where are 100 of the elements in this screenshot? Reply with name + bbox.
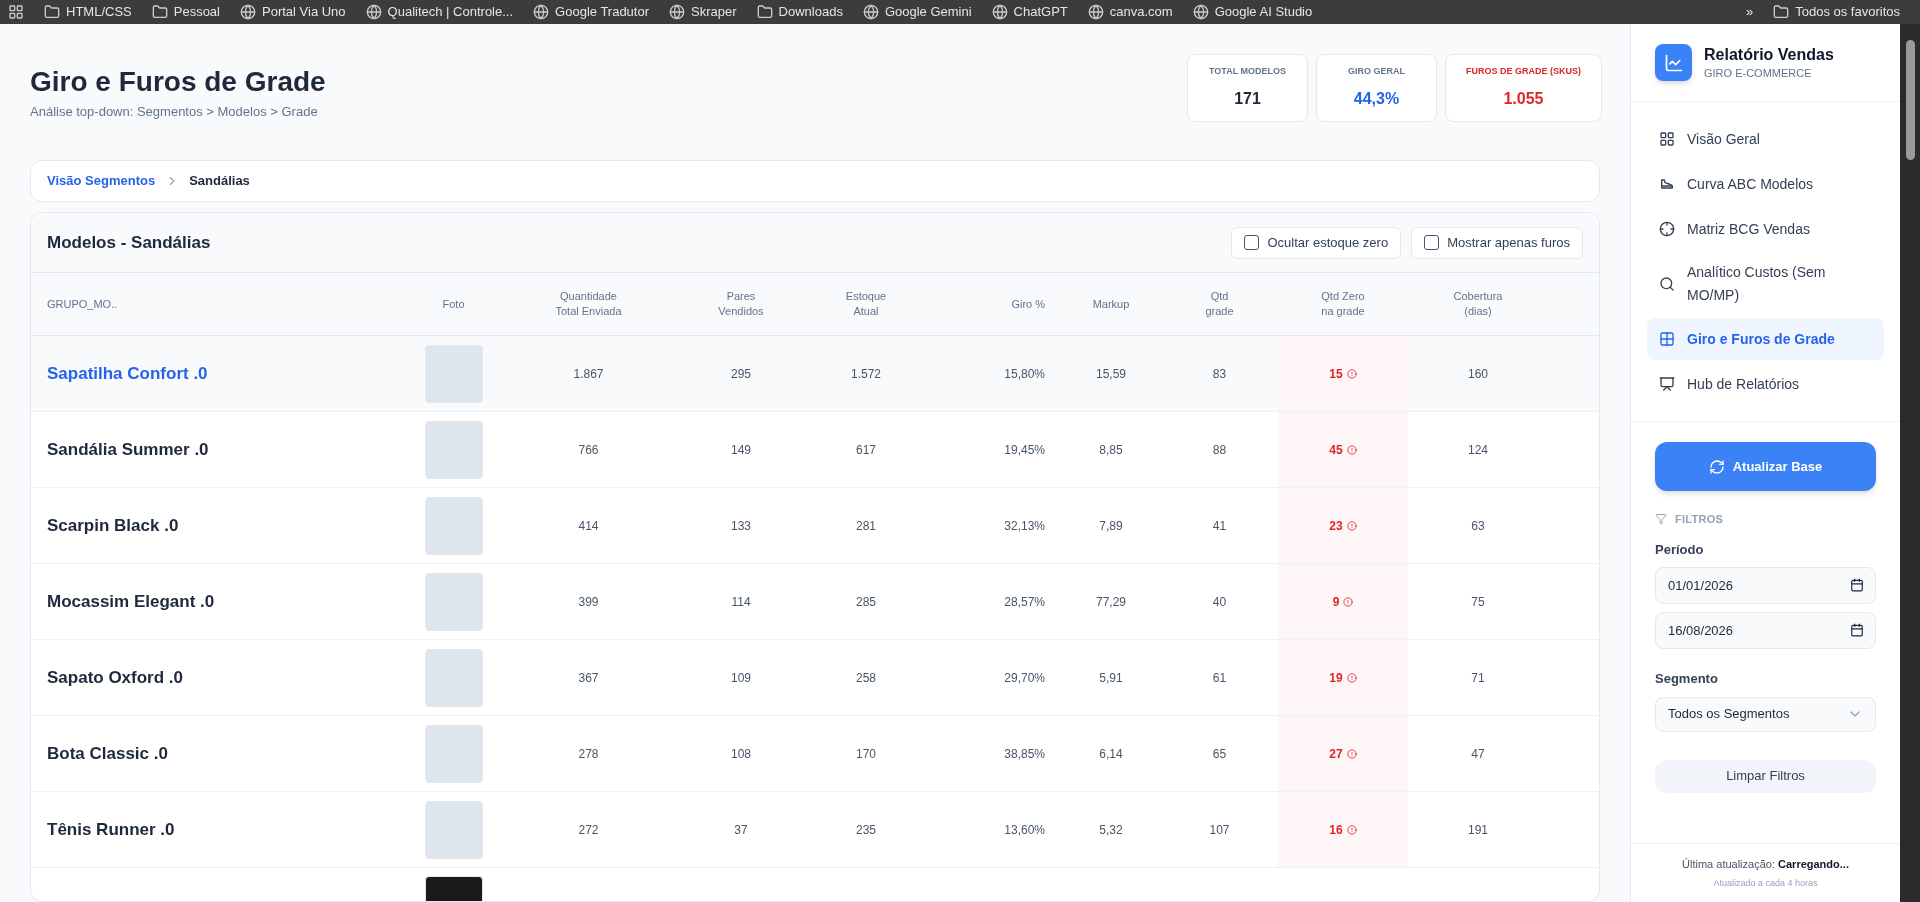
model-name[interactable]: Mocassim Elegant .0 — [47, 588, 215, 615]
bookmark-link[interactable]: Portal Via Uno — [240, 2, 346, 22]
table-cell-text: 47 — [1471, 745, 1485, 763]
model-name[interactable]: Sapato Oxford .0 — [47, 664, 184, 691]
bookmark-link[interactable]: canva.com — [1087, 2, 1173, 22]
alert-icon — [1346, 368, 1357, 379]
bookmark-link[interactable]: HTML/CSS — [44, 2, 132, 22]
table-cell-text: 77,29 — [1096, 593, 1126, 611]
nav-item[interactable]: Matriz BCG Vendas — [1647, 208, 1884, 250]
folder-icon — [151, 4, 168, 20]
globe-icon — [365, 4, 382, 20]
column-header: Estoque Atual — [844, 289, 888, 319]
presentation-icon — [1659, 376, 1675, 392]
bookmark-link[interactable]: Google Tradutor — [533, 2, 650, 22]
more-bookmarks-button[interactable]: » — [1746, 2, 1754, 22]
bookmark-link[interactable]: Google AI Studio — [1192, 2, 1313, 22]
kpi-label: GIRO GERAL — [1347, 65, 1405, 79]
apps-icon[interactable] — [8, 4, 24, 20]
nav-item[interactable]: Hub de Relatórios — [1647, 363, 1884, 405]
filters-heading: FILTROS — [1675, 512, 1724, 527]
photo-placeholder — [424, 648, 483, 707]
folder-icon — [44, 4, 60, 20]
bookmark-link[interactable]: Pessoal — [151, 2, 220, 22]
table-cell-text: 133 — [731, 517, 751, 535]
table-cell-text: 38,85% — [1004, 745, 1045, 763]
target-icon — [1659, 221, 1675, 237]
table-row[interactable]: Bota Classic .0 278 108 170 38,85% 6,14 65 27 47 — [31, 716, 1599, 792]
table-cell-text: 367 — [578, 669, 599, 687]
zero-count: 23 — [1329, 517, 1343, 535]
table-row[interactable]: Tênis Runner .0 272 37 235 13,60% 5,32 107 16 191 — [31, 792, 1599, 868]
table-cell-text: 71 — [1471, 669, 1485, 687]
model-name[interactable]: Scarpin Black .0 — [47, 512, 179, 539]
bookmark-link[interactable]: Qualitech | Controle... — [365, 2, 514, 22]
kpi-label: FUROS DE GRADE (SKUS) — [1466, 65, 1581, 79]
page-title: Giro e Furos de Grade — [30, 65, 326, 99]
table-cell-text: 149 — [731, 441, 751, 459]
chart-icon — [1663, 52, 1684, 73]
column-header: Foto — [442, 296, 465, 312]
bookmark-link[interactable]: Downloads — [756, 2, 843, 22]
table-cell-text: 399 — [578, 593, 599, 611]
table-cell-text: 28,57% — [1004, 593, 1045, 611]
model-name[interactable]: Tênis Runner .0 — [47, 816, 175, 843]
all-bookmarks-link[interactable]: Todos os favoritos — [1773, 2, 1912, 22]
folder-icon — [756, 4, 773, 20]
table-row[interactable]: Mocassim Elegant .0 399 114 285 28,57% 77,29 40 9 75 — [31, 564, 1599, 640]
table-cell-text: 281 — [856, 517, 876, 535]
nav-item[interactable]: Analítico Custos (Sem MO/MP) — [1647, 253, 1884, 315]
table-cell-text: 235 — [856, 821, 876, 839]
filter-icon — [1655, 513, 1667, 526]
table-cell-text: 41 — [1212, 517, 1227, 535]
nav-item[interactable]: Curva ABC Modelos — [1647, 163, 1884, 205]
table-cell-text: 1.867 — [573, 365, 604, 383]
last-update-text: Última atualização: Carregando... — [1682, 857, 1849, 872]
scrollbar[interactable] — [1900, 24, 1920, 902]
table-cell-text: 40 — [1212, 593, 1227, 611]
calendar-icon[interactable] — [1850, 623, 1864, 637]
table-cell-text: 414 — [578, 517, 599, 535]
breadcrumb-link[interactable]: Visão Segmentos — [47, 171, 156, 191]
photo-placeholder — [424, 800, 483, 859]
model-name[interactable]: Bota Classic .0 — [47, 740, 168, 767]
refresh-button[interactable]: Atualizar Base — [1655, 442, 1876, 491]
table-cell-text: 766 — [578, 441, 599, 459]
date-field[interactable]: 01/01/2026 — [1655, 567, 1876, 604]
clear-filters-button[interactable]: Limpar Filtros — [1655, 759, 1876, 793]
segment-select[interactable]: Todos os Segmentos — [1655, 696, 1876, 732]
photo-placeholder — [424, 420, 483, 479]
table-cell-text: 170 — [856, 745, 876, 763]
table-row[interactable]: Sapatilha Confort .0 1.867 295 1.572 15,80% 15,59 83 15 160 — [31, 336, 1599, 412]
table-cell-text: 278 — [578, 745, 599, 763]
breadcrumb-link[interactable]: Sandálias — [189, 171, 250, 191]
table-row[interactable]: Sandália Summer .0 766 149 617 19,45% 8,85 88 45 124 — [31, 412, 1599, 488]
globe-icon — [1192, 4, 1209, 20]
table-cell-text: 65 — [1212, 745, 1227, 763]
table-cell-text: 37 — [734, 821, 748, 839]
bookmark-link[interactable]: Google Gemini — [862, 2, 972, 22]
table-cell-text: 160 — [1468, 365, 1488, 383]
nav-item[interactable]: Giro e Furos de Grade — [1647, 318, 1884, 360]
zero-count: 15 — [1329, 365, 1343, 383]
kpi-value: 171 — [1234, 88, 1261, 109]
nav-item[interactable]: Visão Geral — [1647, 118, 1884, 160]
app-title: Relatório Vendas — [1704, 44, 1834, 65]
photo-placeholder — [424, 344, 483, 403]
table-cell-text: 8,85 — [1099, 441, 1123, 459]
refresh-icon — [1708, 458, 1725, 475]
column-header: Markup — [1092, 296, 1130, 312]
globe-icon — [862, 4, 879, 20]
table-row[interactable]: Scarpin Black .0 414 133 281 32,13% 7,89 41 23 63 — [31, 488, 1599, 564]
model-name[interactable]: Sandália Summer .0 — [47, 436, 209, 463]
filter-checkbox[interactable]: Ocultar estoque zero — [1231, 226, 1402, 259]
globe-icon — [1087, 4, 1104, 20]
date-field[interactable]: 16/08/2026 — [1655, 612, 1876, 649]
calendar-icon[interactable] — [1850, 578, 1864, 592]
table-cell-text: 617 — [856, 441, 876, 459]
model-name[interactable]: Sapatilha Confort .0 — [47, 360, 208, 387]
table-row[interactable]: Sapato Oxford .0 367 109 258 29,70% 5,91 61 19 71 — [31, 640, 1599, 716]
filter-checkbox[interactable]: Mostrar apenas furos — [1411, 226, 1583, 259]
zero-count: 19 — [1329, 669, 1343, 687]
bookmark-link[interactable]: Skraper — [669, 2, 737, 22]
period-label: Período — [1655, 540, 1705, 559]
bookmark-link[interactable]: ChatGPT — [991, 2, 1068, 22]
